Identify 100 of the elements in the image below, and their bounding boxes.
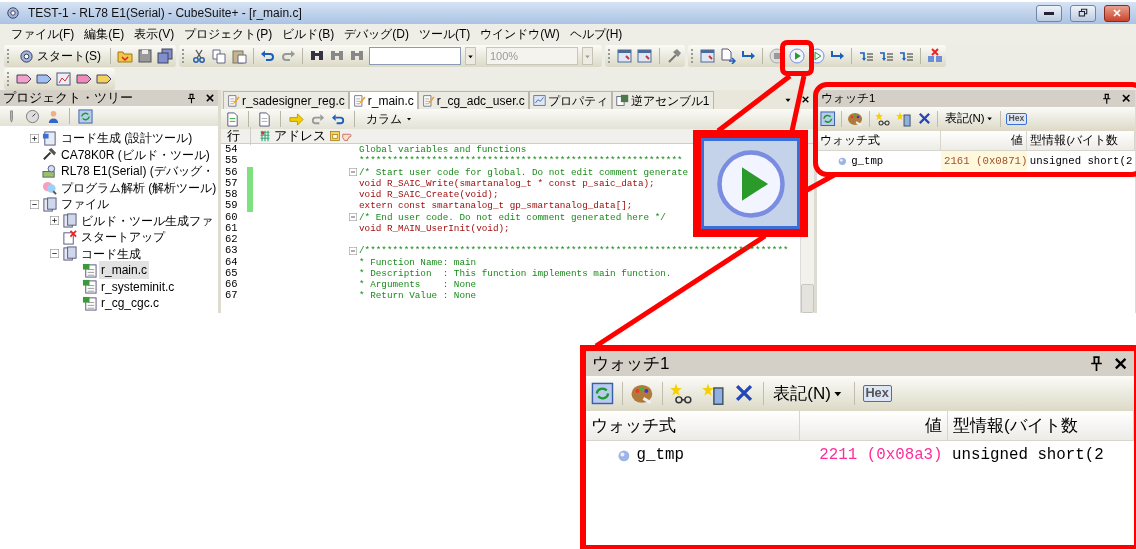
collapse-icon[interactable] [50,249,59,259]
line-number: 57 [224,177,239,189]
tree-item[interactable]: コード生成 (設計ツール) [59,129,195,148]
undo-icon[interactable] [260,48,276,64]
close-icon[interactable] [801,95,810,104]
tree-item[interactable]: RL78 E1(Serial) (デバッグ・ [59,162,216,181]
window-title: TEST-1 - RL78 E1(Serial) - CubeSuite+ - [r_main.c] [28,5,303,22]
tree-item[interactable]: r_cg_cgc.c [99,294,162,313]
hammer-icon [42,147,57,163]
window-icon[interactable] [617,48,633,64]
line-number: 56 [224,166,239,178]
editor-tab[interactable]: r_main.c [348,91,418,109]
folder-icon[interactable] [117,48,133,64]
expand-icon[interactable] [30,133,39,143]
menu-item[interactable]: 表示(V) [129,25,180,43]
tree-item[interactable]: スタートアップ [79,228,167,247]
tree-item[interactable]: r_systeminit.c [99,277,177,296]
tag-icon[interactable] [16,71,32,87]
palette-icon[interactable] [847,110,864,127]
sparkle-document-icon[interactable] [896,110,913,127]
restore-button[interactable] [1070,4,1096,22]
notation-dropdown[interactable]: 表記(N) [771,380,847,407]
page-arrow-icon[interactable] [720,48,736,64]
code-line: * Description : This function implements main function. [359,267,672,279]
editor-tab[interactable]: プロパティ [528,91,612,109]
refresh-icon[interactable] [78,108,93,124]
menu-item[interactable]: デバッグ(D) [339,25,414,43]
gear-icon[interactable] [19,48,34,64]
hex-toggle-button[interactable]: Hex [1006,112,1027,125]
save-icon[interactable] [137,48,153,64]
copy-icon[interactable] [211,48,227,64]
menu-item[interactable]: プロジェクト(P) [179,25,278,43]
tag-icon[interactable] [96,71,112,87]
refresh-icon[interactable] [820,111,836,127]
redo-icon[interactable] [280,48,296,64]
paste-icon[interactable] [231,48,247,64]
disconnect-icon[interactable] [927,48,943,64]
c-file-icon [82,279,97,295]
close-icon[interactable] [1112,355,1129,371]
editor-tab[interactable]: 逆アセンブル1 [611,91,714,109]
column-header[interactable]: 値 [799,411,948,441]
window-icon[interactable] [700,48,716,64]
tree-item[interactable]: ビルド・ツール生成ファ [79,211,215,230]
person-icon[interactable] [46,108,61,124]
gauge-icon[interactable] [25,108,40,124]
column-header[interactable]: 型情報(バイト数 [947,411,1134,441]
scroll-thumb[interactable] [801,284,814,313]
close-icon[interactable] [205,93,215,103]
grid-icon[interactable] [259,130,271,142]
sparkle-glasses-icon[interactable] [874,110,891,127]
close-button[interactable] [1104,4,1130,22]
code-line: /* End user code. Do not edit comment generated here */ [359,211,666,223]
pin-icon[interactable] [1101,92,1113,105]
panel-icon[interactable] [329,130,341,142]
line-number: 66 [224,279,239,291]
minimize-button[interactable] [1036,4,1062,22]
menu-item[interactable]: ビルド(B) [277,25,340,43]
chart-icon[interactable] [56,71,72,87]
line-number: 60 [224,211,239,223]
code-line: * Return Value : None [359,290,477,302]
column-header[interactable]: ウォッチ式 [586,411,800,441]
notation-dropdown[interactable]: 表記(N) [943,110,995,128]
line-number: 54 [224,144,239,156]
document-icon[interactable] [257,111,272,127]
column-dropdown[interactable]: カラム [363,110,416,128]
search-field[interactable] [369,47,461,65]
line-number: 61 [224,222,239,234]
tree-item[interactable]: プログラム解析 (解析ツール) [59,178,218,197]
save-all-icon[interactable] [157,48,173,64]
tag-icon[interactable] [36,71,52,87]
menu-item[interactable]: ファイル(F) [6,25,80,43]
menu-item[interactable]: ツール(T) [414,25,476,43]
hammer-icon[interactable] [666,48,682,64]
hex-toggle-button[interactable]: Hex [862,384,892,403]
close-icon[interactable] [1120,93,1131,104]
document-icon[interactable] [225,111,240,127]
menu-item[interactable]: ヘルプ(H) [564,25,628,43]
app-icon [6,6,20,20]
expand-icon[interactable] [50,216,59,226]
delete-icon[interactable] [917,111,933,127]
refresh-icon[interactable] [591,382,615,405]
column-header: 行 [221,126,251,146]
menu-item[interactable]: 編集(E) [79,25,130,43]
tag-icon[interactable] [76,71,92,87]
menu-item[interactable]: ウインドウ(W) [475,25,565,43]
watch-type: unsigned short(2 [947,440,1134,470]
tree-item[interactable]: コード生成 [79,244,143,263]
tree-item[interactable]: ファイル [59,195,111,214]
tree-item[interactable]: CA78K0R (ビルド・ツール) [59,145,212,164]
cut-icon[interactable] [191,48,207,64]
collapse-icon[interactable] [30,199,39,209]
play-icon[interactable] [789,48,805,64]
code-line: * Function Name: main [359,256,477,268]
editor-tab[interactable]: r_sadesigner_reg.c [223,91,349,109]
pin-icon[interactable] [186,92,197,104]
tree-item[interactable]: r_main.c [99,261,149,280]
dropdown-button[interactable] [465,47,476,65]
editor-tab[interactable]: r_cg_adc_user.c [417,91,529,109]
window-icon[interactable] [637,48,653,64]
watch-value: 2161 (0x0871) [940,150,1027,171]
